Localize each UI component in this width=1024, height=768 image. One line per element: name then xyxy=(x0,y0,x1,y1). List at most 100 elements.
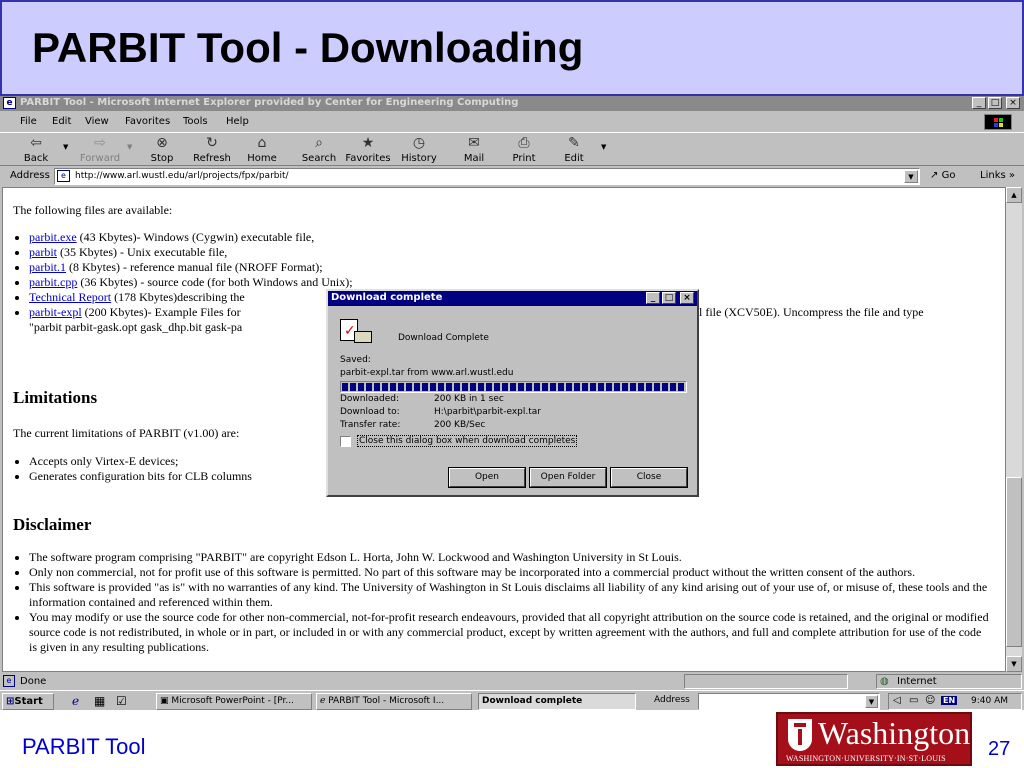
taskbar-item-ie[interactable]: ℯ PARBIT Tool - Microsoft I... xyxy=(316,693,472,710)
slide-title: PARBIT Tool - Downloading xyxy=(32,24,584,71)
menu-view[interactable]: View xyxy=(85,116,109,127)
menu-file[interactable]: File xyxy=(20,116,37,127)
address-input[interactable]: e http://www.arl.wustl.edu/arl/projects/… xyxy=(54,168,920,185)
address-url: http://www.arl.wustl.edu/arl/projects/fp… xyxy=(75,171,289,181)
minimize-button[interactable]: _ xyxy=(972,97,986,109)
menu-favorites[interactable]: Favorites xyxy=(125,116,170,127)
links-button[interactable]: Links » xyxy=(980,170,1015,181)
address-label: Address xyxy=(10,170,50,181)
address-dropdown-button[interactable]: ▼ xyxy=(904,170,918,183)
dialog-title-bar[interactable]: Download complete _ □ × xyxy=(328,291,697,306)
download-complete-dialog: Download complete _ □ × ✓ Download Compl… xyxy=(326,289,699,497)
limitations-list: Accepts only Virtex-E devices; Generates… xyxy=(15,454,252,484)
favorites-icon: ★ xyxy=(361,135,375,151)
back-button[interactable]: ⇦ Back xyxy=(14,135,58,165)
close-window-button[interactable]: × xyxy=(1006,97,1020,109)
saved-label: Saved: xyxy=(340,355,371,365)
list-item: parbit.cpp (36 Kbytes) - source code (fo… xyxy=(29,275,1005,290)
file-link-parbit-expl[interactable]: parbit-expl xyxy=(29,305,82,319)
go-button[interactable]: ↗ Go xyxy=(930,170,955,181)
favorites-button[interactable]: ★ Favorites xyxy=(344,135,392,165)
print-icon: ⎙ xyxy=(518,135,530,151)
scroll-down-button[interactable]: ▼ xyxy=(1006,656,1022,672)
language-indicator[interactable]: EN xyxy=(941,696,958,705)
taskbar-address-dropdown[interactable]: ▼ xyxy=(865,695,878,708)
dialog-maximize-button[interactable]: □ xyxy=(662,292,676,304)
close-when-complete-checkbox[interactable] xyxy=(340,436,351,447)
users-icon[interactable]: ☺ xyxy=(925,695,935,706)
maximize-button[interactable]: □ xyxy=(988,97,1002,109)
list-item: parbit (35 Kbytes) - Unix executable fil… xyxy=(29,245,1005,260)
taskbar-item-download[interactable]: Download complete xyxy=(478,693,636,710)
forward-button[interactable]: ⇨ Forward xyxy=(76,135,124,165)
open-folder-button[interactable]: Open Folder xyxy=(530,468,606,487)
taskbar-address-label: Address xyxy=(654,695,690,705)
ie-task-icon: ℯ xyxy=(320,696,326,706)
start-button[interactable]: ⊞Start xyxy=(2,693,54,710)
menu-bar: File Edit View Favorites Tools Help xyxy=(0,112,1024,132)
network-icon[interactable]: ▭ xyxy=(909,695,918,706)
ie-quicklaunch-icon[interactable]: ℯ xyxy=(72,694,79,708)
list-item: The software program comprising "PARBIT"… xyxy=(29,550,990,565)
transfer-rate-label: Transfer rate: xyxy=(340,420,401,430)
back-arrow-icon: ⇦ xyxy=(30,135,42,151)
files-intro: The following files are available: xyxy=(13,203,173,217)
slide-header: PARBIT Tool - Downloading xyxy=(0,0,1024,96)
channel-quicklaunch-icon[interactable]: ☑ xyxy=(116,694,127,708)
download-progress-bar xyxy=(340,381,687,393)
menu-tools[interactable]: Tools xyxy=(183,116,208,127)
washington-university-logo: Washington WASHINGTON·UNIVERSITY·IN·ST·L… xyxy=(776,712,972,766)
university-shield-icon xyxy=(788,719,812,751)
edit-button[interactable]: ✎ Edit xyxy=(556,135,592,165)
limitations-heading: Limitations xyxy=(13,388,98,407)
logo-wordmark: Washington xyxy=(818,715,971,751)
limitations-intro: The current limitations of PARBIT (v1.00… xyxy=(13,426,240,440)
edit-dropdown-icon[interactable]: ▼ xyxy=(601,143,606,151)
list-item: Accepts only Virtex-E devices; xyxy=(29,454,252,469)
forward-dropdown-icon[interactable]: ▼ xyxy=(127,143,132,151)
file-link-technical-report[interactable]: Technical Report xyxy=(29,290,111,304)
list-item: You may modify or use the source code fo… xyxy=(29,610,990,655)
menu-edit[interactable]: Edit xyxy=(52,116,71,127)
ie-title-bar[interactable]: e PARBIT Tool - Microsoft Internet Explo… xyxy=(0,96,1024,111)
taskbar-item-powerpoint[interactable]: ▣ Microsoft PowerPoint - [Pr... xyxy=(156,693,312,710)
file-link-parbit[interactable]: parbit xyxy=(29,245,57,259)
status-pane xyxy=(684,674,848,689)
close-button[interactable]: Close xyxy=(611,468,687,487)
system-tray: ◁ ▭ ☺ EN 9:40 AM xyxy=(888,693,1022,710)
menu-help[interactable]: Help xyxy=(226,116,249,127)
home-button[interactable]: ⌂ Home xyxy=(242,135,282,165)
file-link-parbit-cpp[interactable]: parbit.cpp xyxy=(29,275,77,289)
page-number: 27 xyxy=(988,738,1011,760)
dialog-close-button[interactable]: × xyxy=(680,292,694,304)
search-button[interactable]: ⌕ Search xyxy=(298,135,340,165)
stop-button[interactable]: ⊗ Stop xyxy=(142,135,182,165)
scroll-up-button[interactable]: ▲ xyxy=(1006,187,1022,203)
ie-window-icon: e xyxy=(3,97,16,109)
close-when-complete-label[interactable]: Close this dialog box when download comp… xyxy=(357,435,578,447)
logo-subtitle: WASHINGTON·UNIVERSITY·IN·ST·LOUIS xyxy=(786,754,946,763)
mail-button[interactable]: ✉ Mail xyxy=(456,135,492,165)
windows-logo-icon xyxy=(984,114,1012,130)
scroll-thumb[interactable] xyxy=(1006,477,1022,647)
volume-icon[interactable]: ◁ xyxy=(893,695,901,706)
edit-icon: ✎ xyxy=(568,135,580,151)
file-link-parbit-1[interactable]: parbit.1 xyxy=(29,260,66,274)
file-link-parbit-exe[interactable]: parbit.exe xyxy=(29,230,77,244)
clock: 9:40 AM xyxy=(971,696,1008,706)
stop-icon: ⊗ xyxy=(156,135,168,151)
history-button[interactable]: ◷ History xyxy=(398,135,440,165)
footer-label: PARBIT Tool xyxy=(22,734,146,759)
downloaded-label: Downloaded: xyxy=(340,394,400,404)
desktop-quicklaunch-icon[interactable]: ▦ xyxy=(94,694,105,708)
back-dropdown-icon[interactable]: ▼ xyxy=(63,143,68,151)
status-text: Done xyxy=(20,676,47,687)
open-button[interactable]: Open xyxy=(449,468,525,487)
status-zone: Internet xyxy=(897,676,937,687)
dialog-minimize-button[interactable]: _ xyxy=(646,292,660,304)
print-button[interactable]: ⎙ Print xyxy=(506,135,542,165)
refresh-button[interactable]: ↻ Refresh xyxy=(190,135,234,165)
saved-value: parbit-expl.tar from www.arl.wustl.edu xyxy=(340,368,514,378)
vertical-scrollbar[interactable]: ▲ ▼ xyxy=(1006,187,1022,672)
taskbar-address-input[interactable]: ▼ xyxy=(698,693,880,710)
